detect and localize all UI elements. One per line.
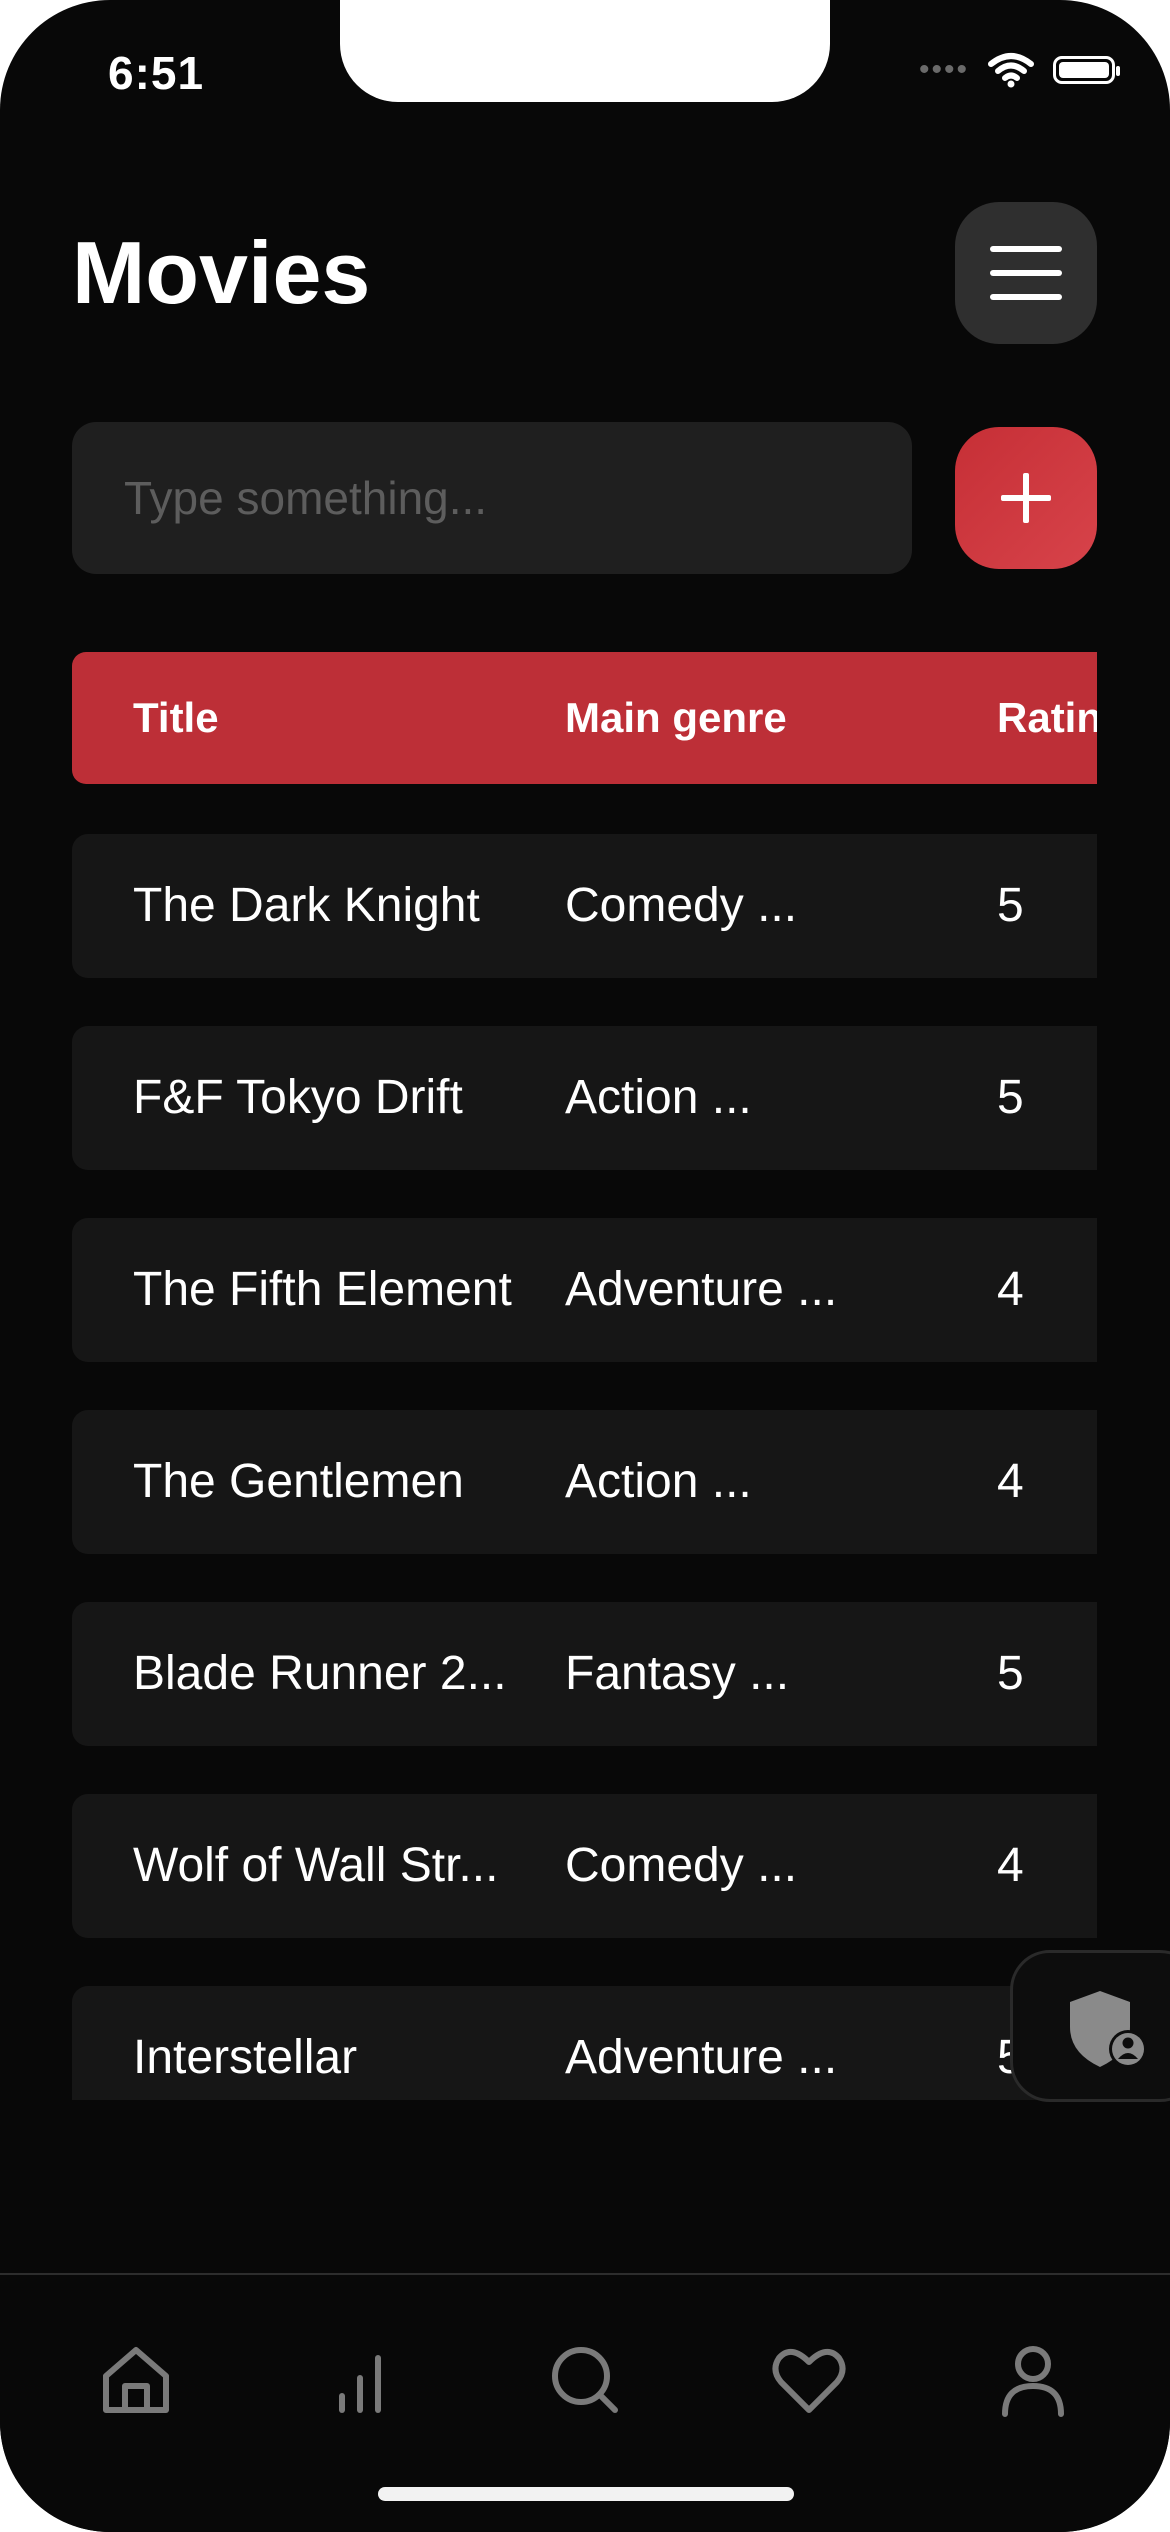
row-title: F&F Tokyo Drift — [133, 1071, 463, 1124]
notch — [340, 0, 830, 102]
row-rating: 4 — [997, 1263, 1024, 1316]
table-row[interactable]: The Fifth Element Adventure ... 4 — [72, 1218, 1097, 1362]
search-field[interactable] — [72, 422, 912, 574]
row-rating: 5 — [997, 1071, 1024, 1124]
phone-screen: 6:51 •••• Movies Title Main genre Ratin … — [0, 0, 1170, 2532]
search-input[interactable] — [122, 470, 912, 526]
shield-user-icon — [1070, 1991, 1147, 2068]
home-icon — [103, 2347, 169, 2413]
row-rating: 5 — [997, 1647, 1024, 1700]
menu-button[interactable] — [955, 202, 1097, 344]
movies-table: Title Main genre Ratin The Dark Knight C… — [72, 652, 1097, 2100]
nav-search[interactable] — [540, 2335, 630, 2425]
nav-favorites[interactable] — [764, 2335, 854, 2425]
add-movie-button[interactable] — [955, 427, 1097, 569]
row-title: The Gentlemen — [133, 1455, 464, 1508]
privacy-badge-button[interactable] — [1010, 1950, 1170, 2102]
user-icon — [1002, 2346, 1064, 2417]
row-rating: 4 — [997, 1455, 1024, 1508]
nav-stats[interactable] — [315, 2335, 405, 2425]
row-genre: Action ... — [565, 1071, 752, 1124]
status-icons: •••• — [918, 52, 1120, 88]
row-genre: Comedy ... — [565, 879, 798, 932]
plus-icon — [1001, 473, 1051, 523]
row-genre: Action ... — [565, 1455, 752, 1508]
column-header-rating[interactable]: Ratin — [997, 652, 1097, 784]
hamburger-menu-icon — [990, 246, 1062, 252]
battery-icon — [1053, 56, 1120, 84]
row-title: The Dark Knight — [133, 879, 480, 932]
row-genre: Adventure ... — [565, 1263, 838, 1316]
row-genre: Fantasy ... — [565, 1647, 790, 1700]
table-row[interactable]: F&F Tokyo Drift Action ... 5 — [72, 1026, 1097, 1170]
heart-icon — [772, 2349, 846, 2413]
status-time: 6:51 — [108, 47, 205, 99]
column-header-title[interactable]: Title — [133, 652, 219, 784]
table-row[interactable]: The Dark Knight Comedy ... 5 — [72, 834, 1097, 978]
nav-home[interactable] — [91, 2335, 181, 2425]
home-indicator — [378, 2487, 794, 2501]
page-title: Movies — [72, 223, 371, 322]
row-genre: Comedy ... — [565, 1839, 798, 1892]
bar-chart-icon — [339, 2355, 381, 2413]
signal-dots: •••• — [918, 53, 969, 86]
row-rating: 5 — [997, 879, 1024, 932]
table-header: Title Main genre Ratin — [72, 652, 1097, 784]
row-rating: 4 — [997, 1839, 1024, 1892]
search-icon — [552, 2347, 618, 2413]
row-title: Interstellar — [133, 2031, 358, 2084]
row-title: The Fifth Element — [133, 1263, 512, 1316]
row-title: Wolf of Wall Str... — [133, 1839, 499, 1892]
table-row[interactable]: Wolf of Wall Str... Comedy ... 4 — [72, 1794, 1097, 1938]
table-row[interactable]: Interstellar Adventure ... 5 — [72, 1986, 1097, 2100]
nav-profile[interactable] — [988, 2335, 1078, 2425]
row-genre: Adventure ... — [565, 2031, 838, 2084]
wifi-icon — [988, 53, 1034, 88]
table-row[interactable]: Blade Runner 2... Fantasy ... 5 — [72, 1602, 1097, 1746]
table-row[interactable]: The Gentlemen Action ... 4 — [72, 1410, 1097, 1554]
column-header-genre[interactable]: Main genre — [565, 652, 787, 784]
row-title: Blade Runner 2... — [133, 1647, 507, 1700]
